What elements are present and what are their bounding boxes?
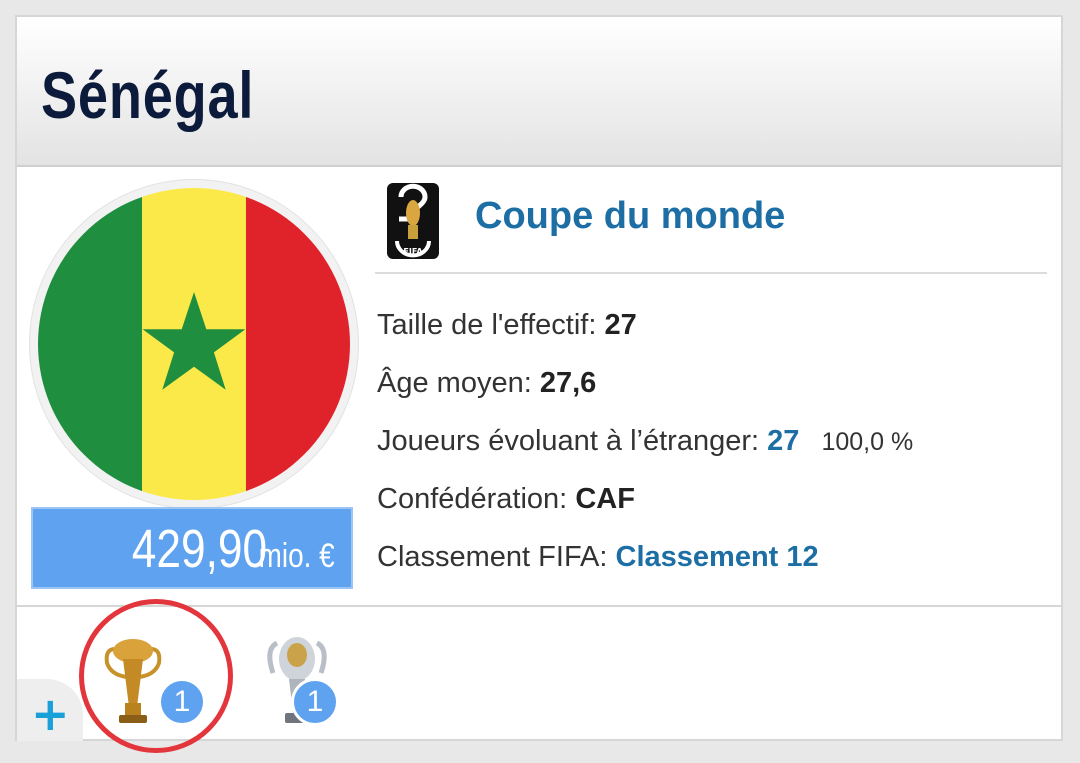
avg-age-row: Âge moyen: 27,6	[377, 367, 596, 400]
team-flag-frame[interactable]	[29, 179, 359, 509]
highlight-annotation	[79, 599, 233, 753]
fifa-rank-row: Classement FIFA: Classement 12	[377, 541, 819, 574]
fifa-rank-link[interactable]: Classement 12	[616, 541, 819, 573]
star-icon	[142, 292, 246, 390]
divider	[375, 272, 1047, 274]
expand-trophies-button[interactable]: +	[17, 679, 83, 741]
confederation-row: Confédération: CAF	[377, 483, 635, 516]
market-value-box[interactable]: 429,90 mio. €	[31, 507, 353, 589]
confederation-label: Confédération:	[377, 483, 568, 515]
senegal-flag-icon	[38, 188, 350, 500]
squad-size-label: Taille de l'effectif:	[377, 309, 597, 341]
world-cup-2026-logo-icon[interactable]: FIFA	[387, 183, 439, 259]
fifa-rank-label: Classement FIFA:	[377, 541, 608, 573]
foreign-players-percent: 100,0 %	[821, 428, 914, 456]
market-value-unit: mio. €	[259, 537, 335, 575]
fifa-caption: FIFA	[403, 247, 423, 256]
foreign-players-label: Joueurs évoluant à l’étranger:	[377, 425, 760, 457]
trophy-count-badge: 1	[291, 678, 339, 726]
squad-size-value: 27	[604, 309, 637, 341]
confederation-value: CAF	[575, 483, 635, 515]
team-name: Sénégal	[41, 58, 255, 132]
avg-age-label: Âge moyen:	[377, 367, 532, 399]
squad-size-row: Taille de l'effectif: 27	[377, 309, 637, 342]
team-header: Sénégal	[17, 17, 1061, 167]
avg-age-value: 27,6	[539, 367, 597, 399]
plus-icon: +	[31, 687, 70, 741]
team-card: Sénégal 429,90 mio. € FIFA Coupe du mond…	[15, 15, 1063, 753]
foreign-players-row: Joueurs évoluant à l’étranger: 27 100,0 …	[377, 425, 913, 458]
market-value: 429,90	[131, 519, 268, 579]
competition-title-link[interactable]: Coupe du monde	[475, 195, 785, 238]
foreign-players-link[interactable]: 27	[767, 425, 799, 457]
